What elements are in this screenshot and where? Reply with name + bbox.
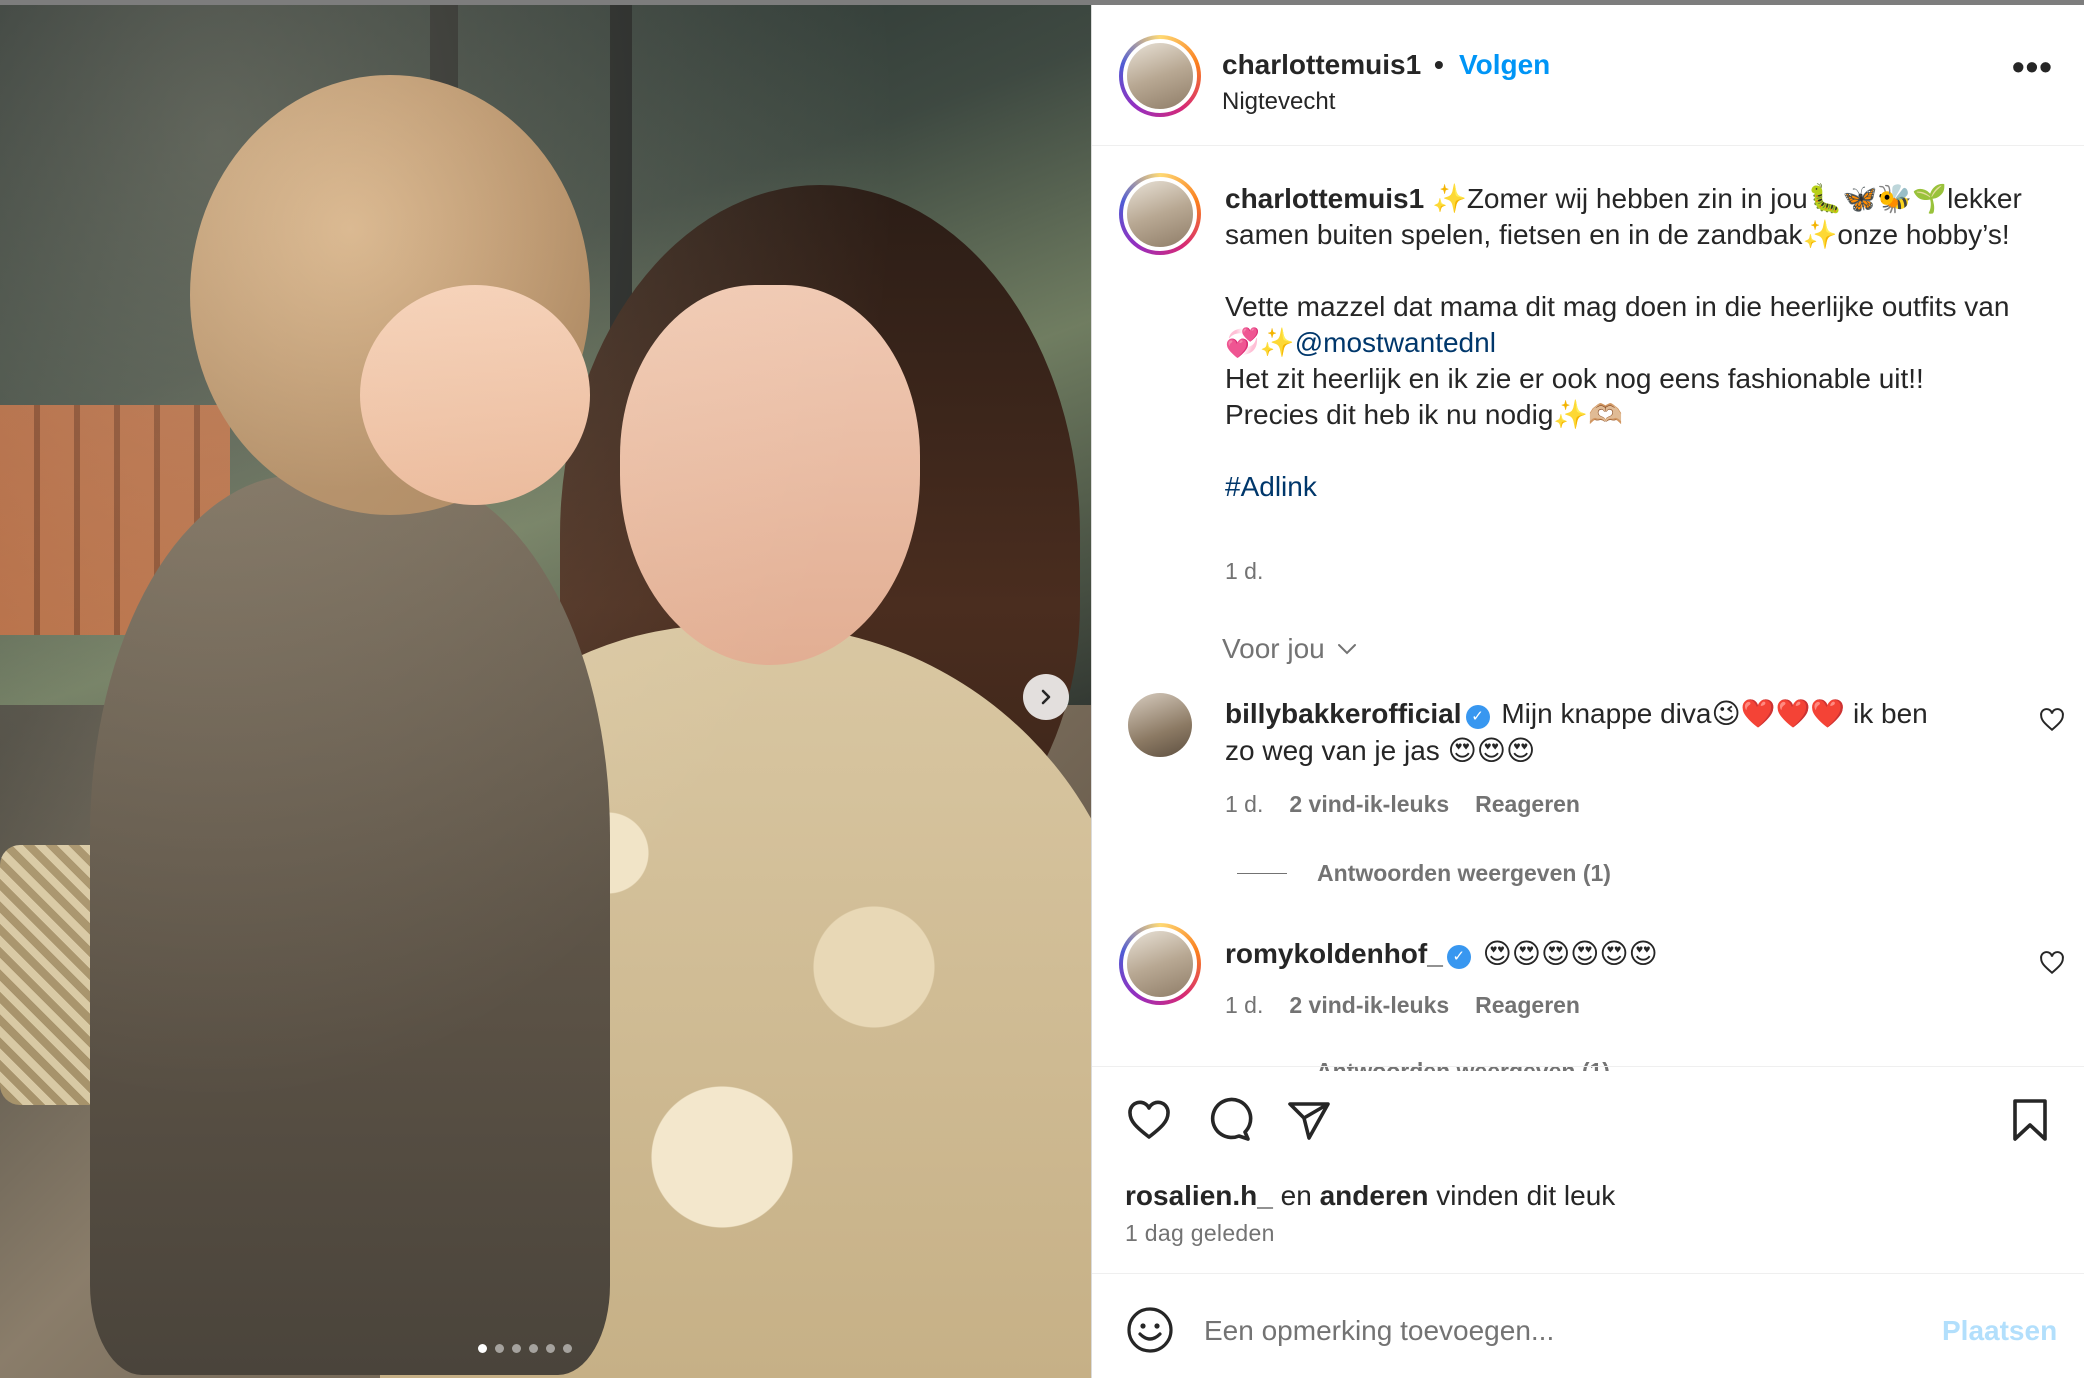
caption-text: Het zit heerlijk en ik zie er ook nog ee… (1225, 363, 1924, 394)
caption-username[interactable]: charlottemuis1 (1225, 183, 1424, 214)
chevron-right-icon (1041, 689, 1051, 705)
comment-icon[interactable] (1205, 1096, 1253, 1144)
smiley-icon[interactable] (1125, 1305, 1175, 1355)
carousel-dot (495, 1344, 504, 1353)
carousel-dot (512, 1344, 521, 1353)
comment: billybakkerofficial ✓ Mijn knappe diva😉❤️… (1225, 695, 1965, 769)
view-replies-button[interactable]: Antwoorden weergeven (1) (1237, 860, 1611, 887)
likes-others-link[interactable]: anderen (1320, 1180, 1429, 1211)
comment-time[interactable]: 1 d. (1225, 992, 1263, 1019)
comment: romykoldenhof_ ✓ 😍😍😍😍😍😍 (1225, 935, 1965, 972)
post-location[interactable]: Nigtevecht (1222, 88, 1335, 116)
comment-reply-button[interactable]: Reageren (1475, 992, 1580, 1019)
carousel-dot (546, 1344, 555, 1353)
carousel-next-button[interactable] (1023, 674, 1069, 720)
commenter-avatar[interactable] (1119, 923, 1201, 1005)
comment-like-heart-icon[interactable] (2039, 707, 2065, 740)
comment-time[interactable]: 1 d. (1225, 791, 1263, 818)
add-comment-input[interactable] (1204, 1309, 1924, 1353)
send-icon[interactable] (1285, 1096, 1333, 1144)
actions-divider (1092, 1066, 2084, 1067)
bookmark-icon[interactable] (2006, 1096, 2054, 1144)
caption-text: Precies dit heb ik nu nodig✨🫶🏼 (1225, 399, 1624, 430)
comment-text: 😍😍😍😍😍😍 (1482, 938, 1658, 969)
post-comment-button[interactable]: Plaatsen (1942, 1315, 2057, 1347)
comment-like-heart-icon[interactable] (2039, 950, 2065, 983)
comment-likes[interactable]: 2 vind-ik-leuks (1289, 992, 1449, 1019)
post-photo[interactable] (0, 5, 1091, 1378)
sort-label: Voor jou (1222, 633, 1325, 664)
hashtag-link[interactable]: #Adlink (1225, 469, 2025, 505)
view-replies-label: Antwoorden weergeven (1) (1317, 860, 1611, 886)
verified-badge-icon: ✓ (1446, 945, 1471, 969)
comments-sort-dropdown[interactable]: Voor jou (1222, 633, 1359, 665)
post-caption: charlottemuis1 ✨Zomer wij hebben zin in … (1225, 181, 2025, 505)
likes-connector: en (1280, 1180, 1312, 1211)
comment-likes[interactable]: 2 vind-ik-leuks (1289, 791, 1449, 818)
commenter-username[interactable]: billybakkerofficial (1225, 698, 1462, 729)
carousel-indicator (478, 1344, 572, 1353)
liker-username[interactable]: rosalien.h_ (1125, 1180, 1273, 1211)
comment-meta: 1 d. 2 vind-ik-leuks Reageren (1225, 992, 1580, 1019)
replies-line (1237, 873, 1287, 874)
author-username[interactable]: charlottemuis1 (1222, 49, 1421, 81)
comment-reply-button[interactable]: Reageren (1475, 791, 1580, 818)
verified-badge-icon: ✓ (1465, 705, 1490, 729)
post-details-panel: charlottemuis1 • Volgen Nigtevecht ••• c… (1091, 5, 2084, 1378)
caption-time[interactable]: 1 d. (1225, 558, 1263, 585)
caption-author-avatar[interactable] (1119, 173, 1201, 255)
likes-summary: rosalien.h_ en anderen vinden dit leuk (1125, 1180, 1615, 1212)
comment-meta: 1 d. 2 vind-ik-leuks Reageren (1225, 791, 1580, 818)
carousel-dot (529, 1344, 538, 1353)
comment-box-divider (1092, 1273, 2084, 1274)
heart-icon[interactable] (1125, 1096, 1173, 1144)
header-divider (1092, 145, 2084, 146)
sunlight-overlay (0, 5, 1091, 1378)
post-timestamp[interactable]: 1 dag geleden (1125, 1220, 1275, 1247)
author-avatar[interactable] (1119, 35, 1201, 117)
more-options-icon[interactable]: ••• (2012, 49, 2053, 85)
carousel-dot (563, 1344, 572, 1353)
separator-dot: • (1434, 49, 1444, 80)
chevron-down-icon (1337, 644, 1356, 655)
likes-suffix: vinden dit leuk (1436, 1180, 1616, 1211)
follow-button[interactable]: Volgen (1459, 49, 1550, 81)
mention-link[interactable]: @mostwantednl (1295, 327, 1496, 358)
commenter-username[interactable]: romykoldenhof_ (1225, 938, 1443, 969)
commenter-avatar[interactable] (1128, 693, 1192, 757)
carousel-dot (478, 1344, 487, 1353)
